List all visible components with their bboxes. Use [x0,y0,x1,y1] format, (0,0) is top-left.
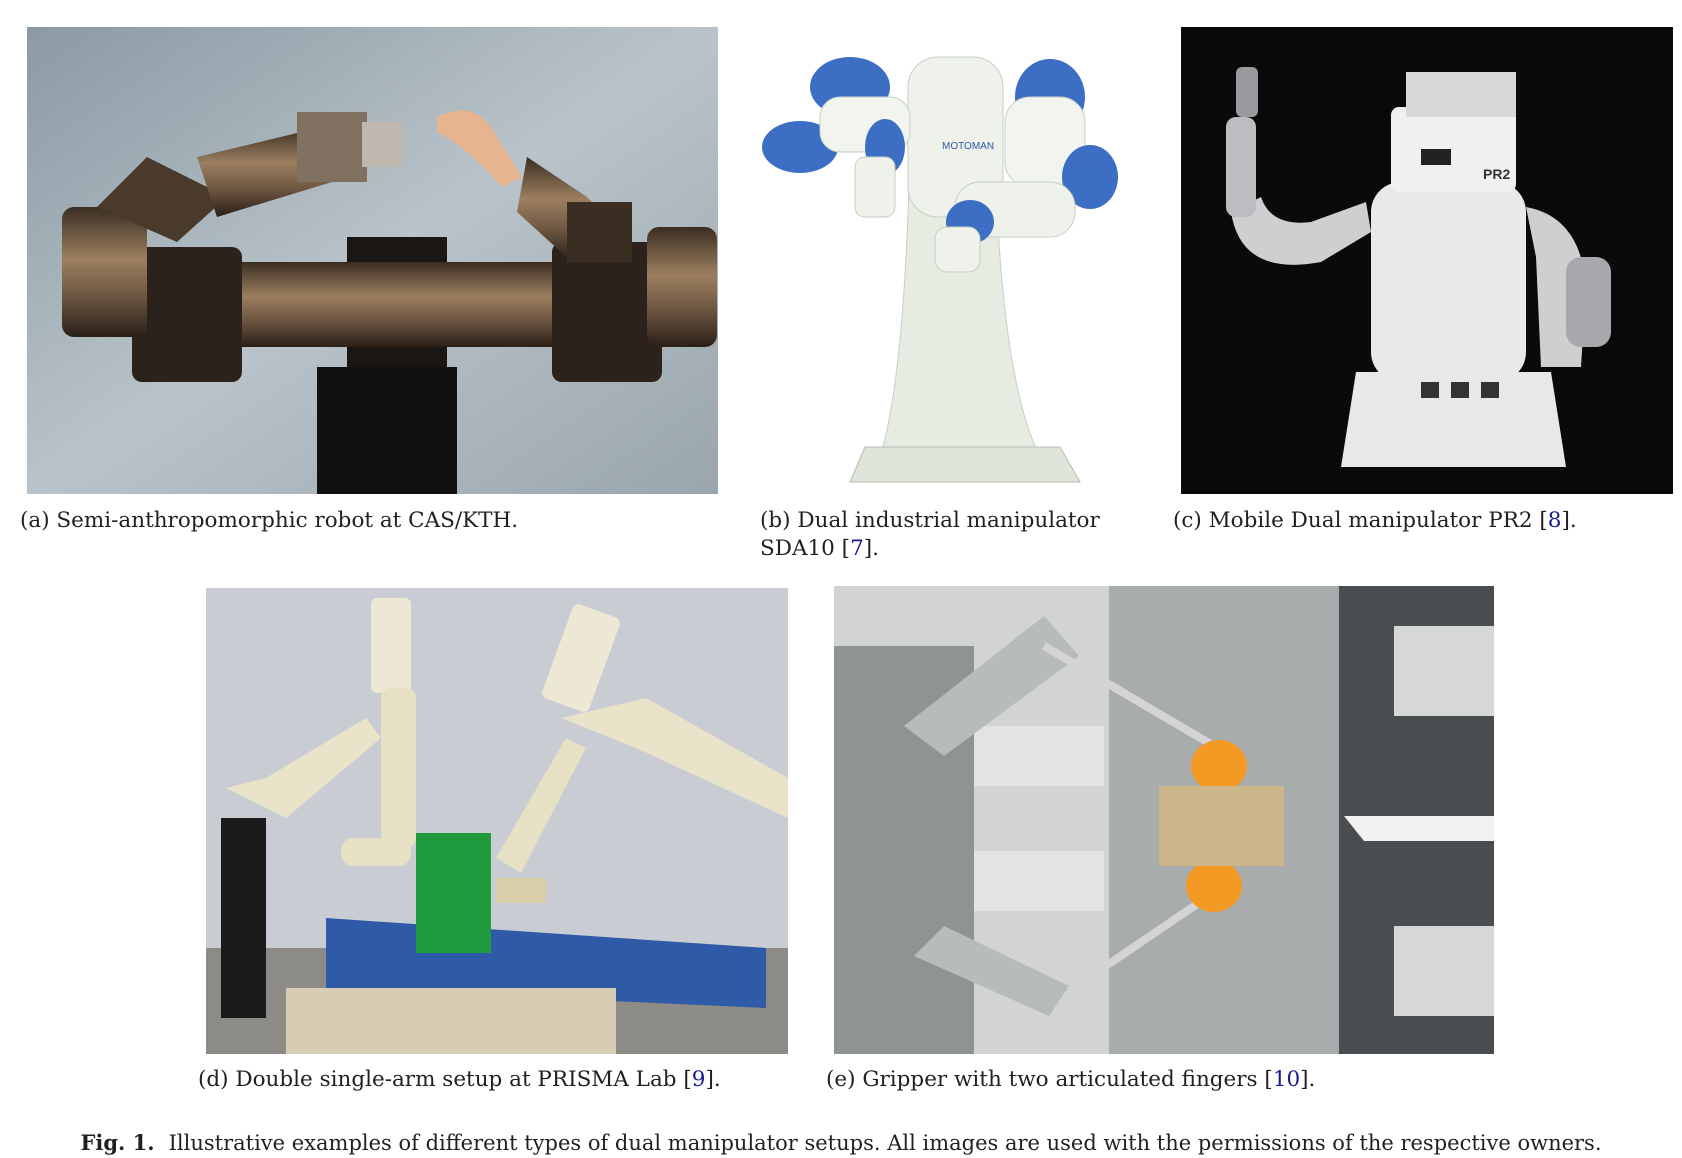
figure-label: Fig. 1. [80,1130,155,1155]
caption-d: (d) Double single-arm setup at PRISMA La… [198,1066,721,1094]
reference-link-7[interactable]: 7 [850,536,864,561]
photo-panel-a [27,27,718,494]
caption-b-close: ]. [863,536,879,561]
motoman-illustration: MOTOMAN [760,27,1140,494]
photo-panel-b: MOTOMAN [760,27,1140,494]
pr2-robot-illustration: PR2 [1181,27,1673,494]
reference-link-9[interactable]: 9 [692,1067,706,1092]
caption-e: (e) Gripper with two articulated fingers… [826,1066,1315,1094]
caption-c-text: (c) Mobile Dual manipulator PR2 [ [1173,508,1548,533]
pr2-logo-text: PR2 [1483,166,1510,182]
reference-link-8[interactable]: 8 [1548,508,1562,533]
photo-panel-e [834,586,1494,1054]
caption-a: (a) Semi-anthropomorphic robot at CAS/KT… [20,508,519,533]
caption-c: (c) Mobile Dual manipulator PR2 [8]. [1173,507,1577,535]
caption-b-line1: (b) Dual industrial manipulator [760,508,1100,533]
photo-panel-d [206,588,788,1054]
caption-e-close: ]. [1300,1067,1316,1092]
caption-c-close: ]. [1561,508,1577,533]
gripper-illustration [834,586,1494,1054]
caption-b-line2: SDA10 [ [760,536,851,561]
caption-d-close: ]. [705,1067,721,1092]
reference-link-10[interactable]: 10 [1273,1067,1300,1092]
figure-caption-text: Illustrative examples of different types… [168,1131,1602,1155]
figure-caption: Fig. 1. Illustrative examples of differen… [0,1130,1682,1155]
photo-panel-c: PR2 [1181,27,1673,494]
caption-b: (b) Dual industrial manipulator SDA10 [7… [760,507,1100,563]
caption-d-text: (d) Double single-arm setup at PRISMA La… [198,1067,692,1092]
motoman-logo-text: MOTOMAN [942,141,994,152]
kth-robot-illustration [27,27,718,494]
caption-e-text: (e) Gripper with two articulated fingers… [826,1067,1273,1092]
prisma-lab-illustration [206,588,788,1054]
